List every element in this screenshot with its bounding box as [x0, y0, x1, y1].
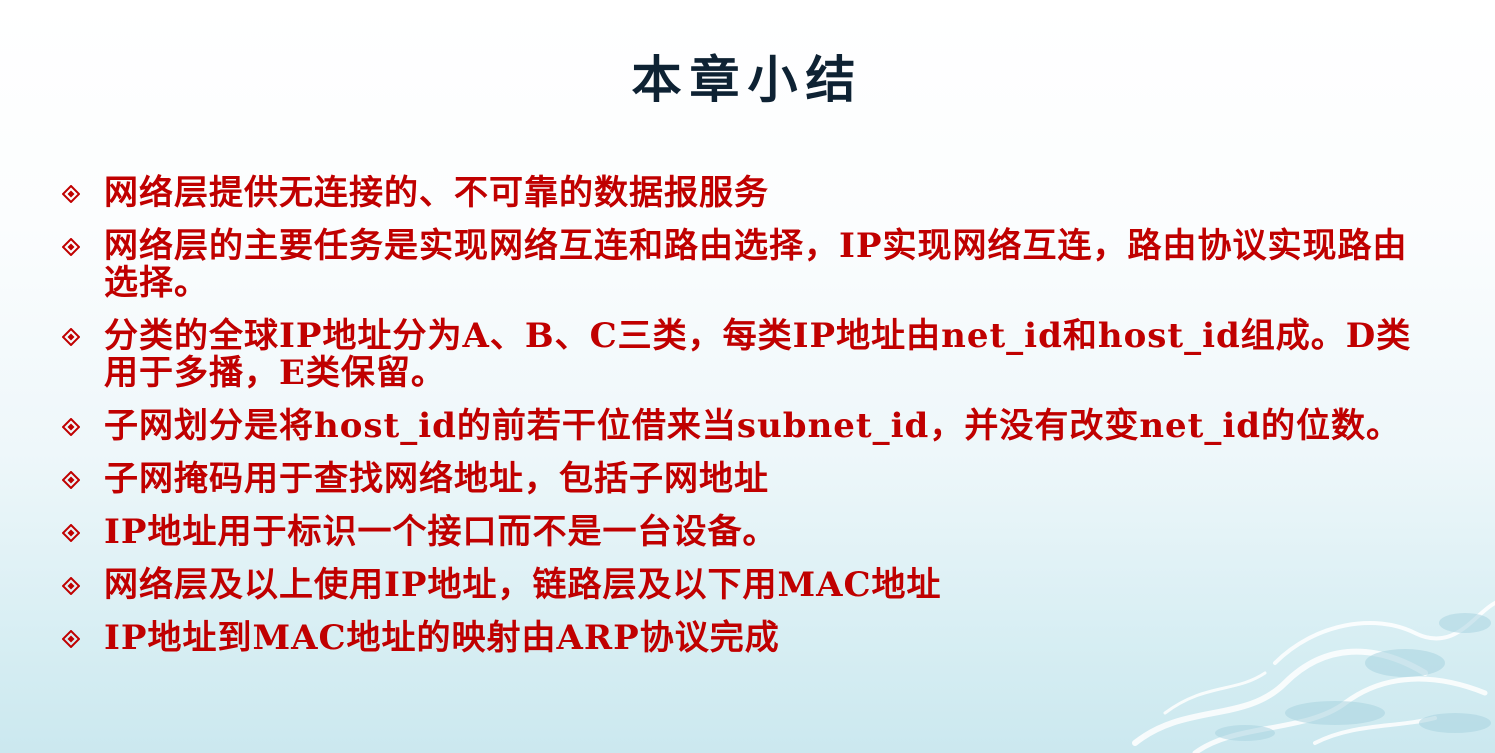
bullet-item: 网络层的主要任务是实现网络互连和路由选择，IP实现网络互连，路由协议实现路由选择…	[62, 228, 1422, 302]
bullet-text: 分类的全球IP地址分为A、B、C三类，每类IP地址由net_id和host_id…	[104, 316, 1412, 393]
diamond-bullet-icon	[62, 328, 80, 346]
bullet-item: IP地址用于标识一个接口而不是一台设备。	[62, 514, 1422, 551]
bullet-item: 网络层提供无连接的、不可靠的数据报服务	[62, 175, 1422, 212]
slide-title: 本章小结	[631, 51, 864, 109]
bullet-item: IP地址到MAC地址的映射由ARP协议完成	[62, 620, 1422, 657]
bullet-text: 子网掩码用于查找网络地址，包括子网地址	[104, 459, 769, 499]
diamond-bullet-icon	[62, 630, 80, 648]
diamond-bullet-icon	[62, 471, 80, 489]
diamond-bullet-icon	[62, 524, 80, 542]
bullet-text: 网络层及以上使用IP地址，链路层及以下用MAC地址	[104, 565, 942, 605]
bullet-text: 网络层提供无连接的、不可靠的数据报服务	[104, 173, 769, 213]
bullet-text: 子网划分是将host_id的前若干位借来当subnet_id，并没有改变net_…	[104, 406, 1402, 446]
diamond-bullet-icon	[62, 577, 80, 595]
bullet-text: IP地址到MAC地址的映射由ARP协议完成	[104, 618, 780, 658]
diamond-bullet-icon	[62, 238, 80, 256]
bullet-item: 分类的全球IP地址分为A、B、C三类，每类IP地址由net_id和host_id…	[62, 318, 1422, 392]
bullet-item: 子网掩码用于查找网络地址，包括子网地址	[62, 461, 1422, 498]
diamond-bullet-icon	[62, 418, 80, 436]
bullet-item: 子网划分是将host_id的前若干位借来当subnet_id，并没有改变net_…	[62, 408, 1422, 445]
bullet-text: 网络层的主要任务是实现网络互连和路由选择，IP实现网络互连，路由协议实现路由选择…	[104, 226, 1408, 303]
bullet-text: IP地址用于标识一个接口而不是一台设备。	[104, 512, 778, 552]
summary-bullet-list: 网络层提供无连接的、不可靠的数据报服务 网络层的主要任务是实现网络互连和路由选择…	[62, 175, 1422, 673]
bullet-item: 网络层及以上使用IP地址，链路层及以下用MAC地址	[62, 567, 1422, 604]
diamond-bullet-icon	[62, 185, 80, 203]
